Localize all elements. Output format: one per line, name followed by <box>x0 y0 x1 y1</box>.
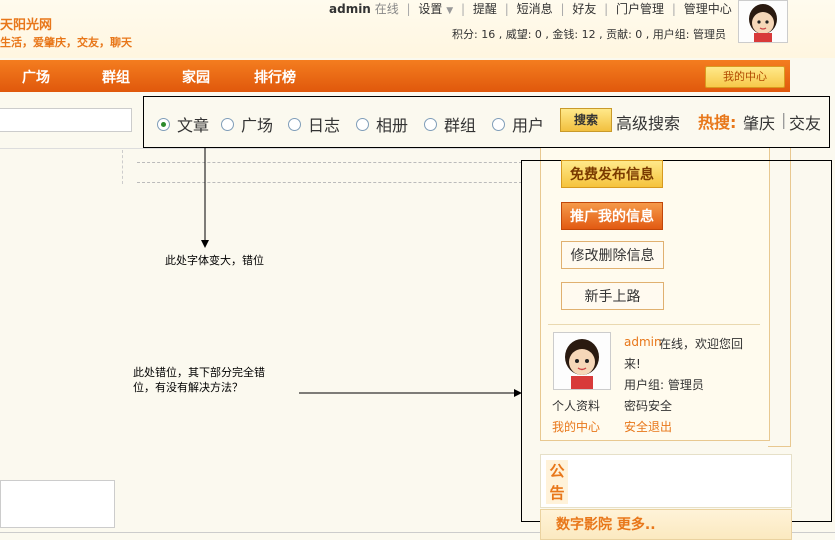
notice-panel <box>540 454 792 508</box>
notice-title: 公告 <box>546 460 568 504</box>
profile-link[interactable]: 个人资料 <box>552 397 600 414</box>
publish-info-button[interactable]: 免费发布信息 <box>561 160 663 188</box>
user-group-label: 用户组: 管理员 <box>624 378 704 392</box>
content-box <box>0 480 115 528</box>
password-security-link[interactable]: 密码安全 <box>624 397 672 414</box>
sidebar-username[interactable]: admin <box>624 335 662 349</box>
annotation-note: 此处字体变大，错位 <box>165 254 264 267</box>
promote-info-button[interactable]: 推广我的信息 <box>561 202 663 230</box>
safe-logout-link[interactable]: 安全退出 <box>624 418 672 435</box>
divider <box>548 324 760 325</box>
avatar-icon <box>554 333 610 389</box>
cinema-title[interactable]: 数字影院 更多.. <box>556 514 656 534</box>
welcome-text-2: 来! <box>624 357 641 371</box>
my-center-link[interactable]: 我的中心 <box>552 418 600 435</box>
welcome-text: 在线，欢迎您回 <box>659 337 744 351</box>
newbie-guide-button[interactable]: 新手上路 <box>561 282 664 310</box>
annotation-note: 此处错位，其下部分完全错位，有没有解决方法？ <box>133 366 265 394</box>
avatar[interactable] <box>553 332 611 390</box>
edit-info-button[interactable]: 修改删除信息 <box>561 241 664 269</box>
